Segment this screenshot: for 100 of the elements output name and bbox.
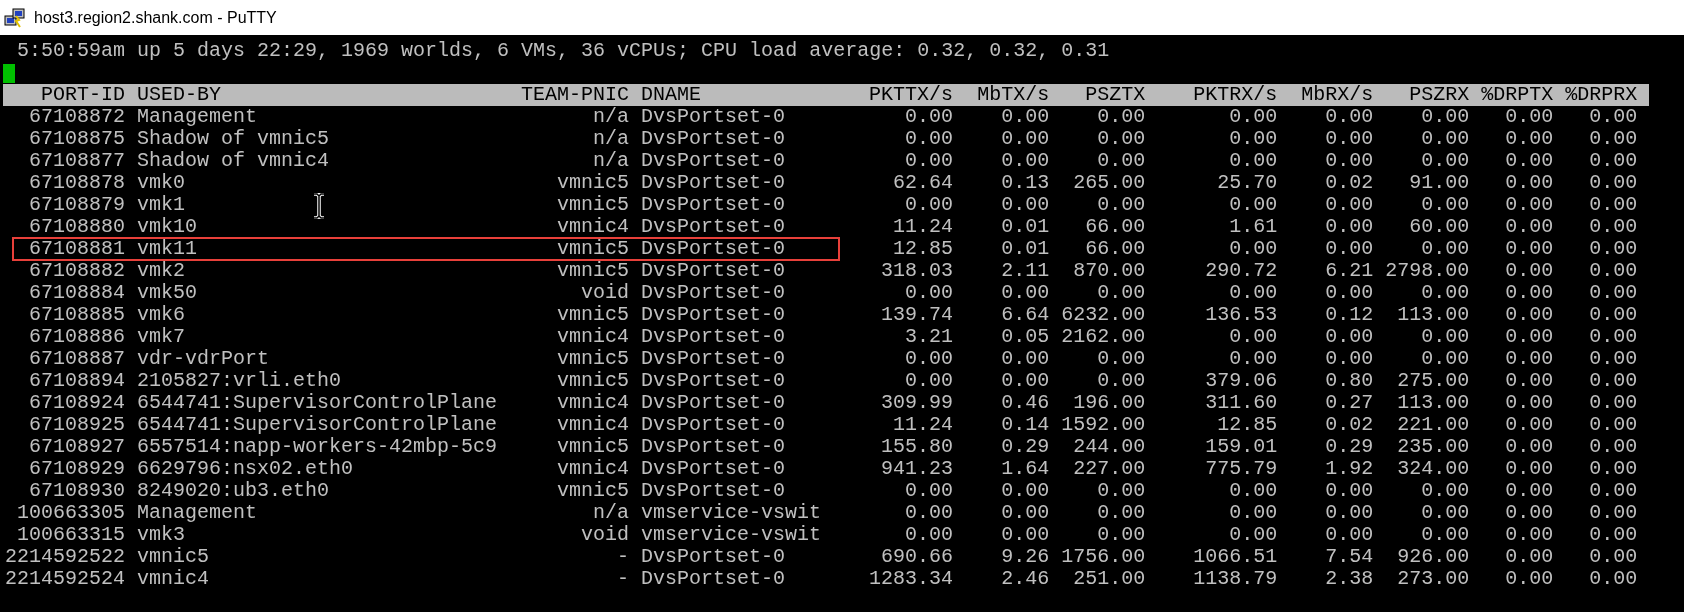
table-cell: 0.29 — [1001, 435, 1050, 458]
table-cell: DvsPortset-0 — [641, 391, 786, 414]
table-cell: 6557514:napp-workers-42mbp-5c9 — [137, 435, 498, 458]
table-cell: DvsPortset-0 — [641, 435, 786, 458]
table-cell: 0.00 — [1325, 127, 1374, 150]
table-cell: vmk10 — [137, 215, 198, 238]
column-header: PKTTX/s — [869, 83, 954, 106]
table-cell: 0.00 — [905, 127, 954, 150]
text-cursor-icon — [312, 193, 326, 219]
table-cell: vmnic4 — [557, 413, 630, 436]
table-cell: 136.53 — [1205, 303, 1278, 326]
table-cell: 379.06 — [1205, 369, 1278, 392]
table-cell: 0.05 — [1001, 325, 1050, 348]
table-cell: vmnic4 — [557, 391, 630, 414]
table-cell: vmk1 — [137, 193, 186, 216]
window-title: host3.region2.shank.com - PuTTY — [34, 8, 277, 27]
table-cell: 67108872 — [29, 105, 125, 128]
table-cell: 11.24 — [893, 215, 954, 238]
table-cell: 0.00 — [905, 281, 954, 304]
table-cell: vmk50 — [137, 281, 198, 304]
table-cell: 0.00 — [1229, 325, 1278, 348]
table-cell: 0.00 — [1001, 281, 1050, 304]
table-cell: 100663305 — [17, 501, 125, 524]
table-cell: DvsPortset-0 — [641, 479, 786, 502]
table-cell: void — [581, 523, 630, 546]
table-cell: 0.00 — [1229, 523, 1278, 546]
table-cell: 926.00 — [1397, 545, 1470, 568]
table-cell: 0.00 — [1229, 281, 1278, 304]
table-cell: vmnic5 — [557, 303, 630, 326]
table-cell: n/a — [593, 501, 630, 524]
table-cell: 0.00 — [1001, 501, 1050, 524]
table-cell: 91.00 — [1409, 171, 1470, 194]
table-cell: vmk11 — [137, 237, 198, 260]
table-cell: 0.00 — [1421, 237, 1470, 260]
table-cell: vmnic5 — [557, 259, 630, 282]
table-cell: 67108925 — [29, 413, 125, 436]
table-cell: vmk0 — [137, 171, 186, 194]
table-cell: void — [581, 281, 630, 304]
table-cell: 0.00 — [1001, 523, 1050, 546]
table-cell: DvsPortset-0 — [641, 545, 786, 568]
table-cell: DvsPortset-0 — [641, 303, 786, 326]
table-cell: 0.00 — [1421, 325, 1470, 348]
table-cell: 67108887 — [29, 347, 125, 370]
table-cell: vmnic4 — [137, 567, 210, 590]
table-cell: 0.00 — [1589, 149, 1638, 172]
table-cell: vdr-vdrPort — [137, 347, 270, 370]
table-cell: 265.00 — [1073, 171, 1146, 194]
table-cell: 290.72 — [1205, 259, 1278, 282]
table-cell: 0.00 — [1325, 347, 1374, 370]
table-cell: 67108879 — [29, 193, 125, 216]
table-cell: 0.00 — [1589, 303, 1638, 326]
table-cell: 0.00 — [1421, 479, 1470, 502]
table-cell: 941.23 — [881, 457, 954, 480]
table-cell: 0.00 — [1097, 105, 1146, 128]
column-header: DNAME — [641, 83, 702, 106]
table-cell: DvsPortset-0 — [641, 369, 786, 392]
table-cell: 309.99 — [881, 391, 954, 414]
table-cell: 0.00 — [1505, 105, 1554, 128]
table-cell: 0.00 — [1325, 149, 1374, 172]
column-header: MbTX/s — [977, 83, 1050, 106]
table-cell: 0.27 — [1325, 391, 1374, 414]
table-cell: 775.79 — [1205, 457, 1278, 480]
table-cell: 0.00 — [1421, 105, 1470, 128]
table-cell: vmnic5 — [557, 369, 630, 392]
table-cell: n/a — [593, 127, 630, 150]
table-cell: 0.00 — [1001, 479, 1050, 502]
table-cell: 0.00 — [1505, 369, 1554, 392]
table-cell: 0.00 — [905, 193, 954, 216]
table-cell: 100663315 — [17, 523, 125, 546]
table-cell: 0.00 — [1589, 127, 1638, 150]
table-cell: 0.00 — [1505, 457, 1554, 480]
table-cell: 67108878 — [29, 171, 125, 194]
table-cell: 0.00 — [1325, 479, 1374, 502]
table-cell: Shadow of vmnic5 — [137, 127, 330, 150]
table-cell: 1.92 — [1325, 457, 1374, 480]
table-cell: 0.00 — [1097, 281, 1146, 304]
table-cell: 0.00 — [1505, 501, 1554, 524]
table-cell: 0.00 — [1229, 347, 1278, 370]
table-cell: 0.00 — [1589, 325, 1638, 348]
table-cell: 0.00 — [1589, 215, 1638, 238]
table-cell: 66.00 — [1085, 215, 1146, 238]
table-cell: 159.01 — [1205, 435, 1278, 458]
table-cell: 0.00 — [1589, 237, 1638, 260]
table-cell: vmnic5 — [557, 347, 630, 370]
table-cell: Shadow of vmnic4 — [137, 149, 330, 172]
table-cell: 0.00 — [1229, 237, 1278, 260]
table-cell: 11.24 — [893, 413, 954, 436]
table-cell: 0.00 — [1421, 193, 1470, 216]
table-cell: 12.85 — [1217, 413, 1278, 436]
table-cell: 0.00 — [1505, 391, 1554, 414]
table-cell: DvsPortset-0 — [641, 325, 786, 348]
table-cell: DvsPortset-0 — [641, 171, 786, 194]
table-cell: 0.00 — [1589, 171, 1638, 194]
table-cell: 0.00 — [1325, 325, 1374, 348]
table-cell: 0.00 — [1001, 193, 1050, 216]
table-cell: 6629796:nsx02.eth0 — [137, 457, 354, 480]
table-cell: 2.11 — [1001, 259, 1050, 282]
table-cell: n/a — [593, 149, 630, 172]
table-cell: 6.21 — [1325, 259, 1374, 282]
table-cell: vmnic5 — [557, 479, 630, 502]
